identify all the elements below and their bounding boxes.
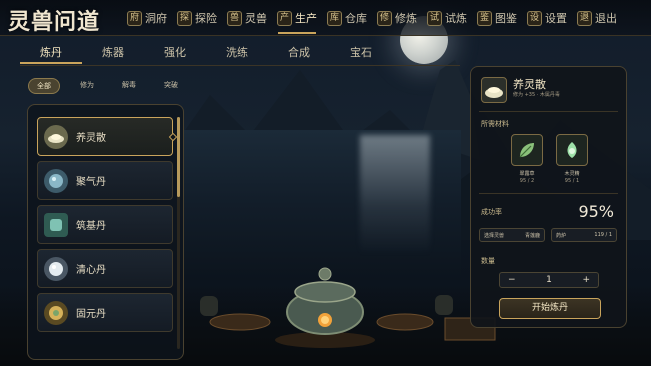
slot-label: 药炉 xyxy=(556,232,567,239)
nav-label: 设置 xyxy=(545,12,567,25)
wood-spirit-icon[interactable] xyxy=(556,134,588,166)
explore-icon: 探 xyxy=(177,10,192,26)
exit-icon: 退 xyxy=(577,10,592,26)
recipe-item[interactable]: 聚气丹 xyxy=(37,161,173,200)
gear-icon: 设 xyxy=(527,10,542,26)
filter-subtabs: 全部 修为 解毒 突破 xyxy=(28,78,198,94)
pill-icon xyxy=(44,168,68,193)
recipe-list-panel: 养灵散 聚气丹 筑基丹 清心丹 固元丹 xyxy=(27,104,184,360)
plus-button[interactable]: + xyxy=(582,275,590,285)
list-scrollbar-thumb[interactable] xyxy=(177,117,180,197)
production-icon: 产 xyxy=(277,10,292,26)
beast-select-slot[interactable]: 选择灵兽 青莲鹿 xyxy=(479,228,545,242)
recipe-label: 筑基丹 xyxy=(76,221,106,232)
quantity-stepper: − 1 + xyxy=(499,272,599,288)
recipe-label: 固元丹 xyxy=(76,309,106,320)
nav-label: 探险 xyxy=(195,12,217,25)
game-logo: 灵兽问道 xyxy=(8,9,101,35)
recipe-name: 养灵散 xyxy=(513,78,546,91)
material-name: 木灵精 xyxy=(564,171,580,177)
nav-item-cave[interactable]: 府洞府 xyxy=(122,0,172,36)
filter-all[interactable]: 全部 xyxy=(28,78,60,94)
nav-label: 试炼 xyxy=(445,12,467,25)
nav-label: 退出 xyxy=(595,12,617,25)
main-nav: 府洞府 探探险 兽灵兽 产生产 库仓库 修修炼 试试炼 鉴图鉴 设设置 退退出 xyxy=(122,0,622,36)
beast-icon: 兽 xyxy=(227,10,242,26)
nav-label: 修炼 xyxy=(395,12,417,25)
nav-label: 仓库 xyxy=(345,12,367,25)
divider xyxy=(479,193,618,194)
nav-label: 生产 xyxy=(295,12,317,25)
material-count: 95 / 1 xyxy=(564,178,580,184)
nav-item-production[interactable]: 产生产 xyxy=(272,0,322,36)
nav-item-storage[interactable]: 库仓库 xyxy=(322,0,372,36)
furnace-slot[interactable]: 药炉 119 / 1 xyxy=(551,228,617,242)
minus-button[interactable]: − xyxy=(508,275,516,285)
nav-item-cultivation[interactable]: 修修炼 xyxy=(372,0,422,36)
quantity-value[interactable]: 1 xyxy=(546,275,552,285)
divider xyxy=(479,111,618,112)
material-count: 95 / 2 xyxy=(519,178,535,184)
tab-gems[interactable]: 宝石 xyxy=(330,44,392,64)
recipe-detail-panel: 养灵散 修为 +35 · 木属丹毒 所需材料 翠露草 95 / 2 木灵精 95… xyxy=(470,66,627,328)
slot-value: 青莲鹿 xyxy=(524,232,540,239)
filter-cultivation[interactable]: 修为 xyxy=(72,78,102,94)
nav-label: 灵兽 xyxy=(245,12,267,25)
recipe-item[interactable]: 固元丹 xyxy=(37,293,173,332)
white-pill-icon xyxy=(44,256,68,281)
quantity-label: 数量 xyxy=(481,257,495,265)
tab-enhance[interactable]: 强化 xyxy=(144,44,206,64)
recipe-label: 清心丹 xyxy=(76,265,106,276)
nav-item-trial[interactable]: 试试炼 xyxy=(422,0,472,36)
tab-synthesis[interactable]: 合成 xyxy=(268,44,330,64)
nav-item-explore[interactable]: 探探险 xyxy=(172,0,222,36)
slot-value: 119 / 1 xyxy=(594,232,612,238)
filter-detox[interactable]: 解毒 xyxy=(114,78,144,94)
nav-item-exit[interactable]: 退退出 xyxy=(572,0,622,36)
slot-label: 选择灵兽 xyxy=(484,232,505,239)
leaf-icon[interactable] xyxy=(511,134,543,166)
tab-alchemy[interactable]: 炼丹 xyxy=(20,44,82,64)
nav-item-beasts[interactable]: 兽灵兽 xyxy=(222,0,272,36)
selected-marker-icon xyxy=(168,132,178,142)
tab-forging[interactable]: 炼器 xyxy=(82,44,144,64)
recipe-label: 聚气丹 xyxy=(76,177,106,188)
cultivation-icon: 修 xyxy=(377,10,392,26)
trial-icon: 试 xyxy=(427,10,442,26)
recipe-subtitle: 修为 +35 · 木属丹毒 xyxy=(513,92,560,98)
start-alchemy-button[interactable]: 开始炼丹 xyxy=(499,298,601,319)
filter-breakthrough[interactable]: 突破 xyxy=(156,78,186,94)
success-rate-label: 成功率 xyxy=(481,208,502,216)
codex-icon: 鉴 xyxy=(477,10,492,26)
top-nav-bar: 灵兽问道 府洞府 探探险 兽灵兽 产生产 库仓库 修修炼 试试炼 鉴图鉴 设设置… xyxy=(0,0,651,36)
recipe-item[interactable]: 养灵散 xyxy=(37,117,178,156)
material-name: 翠露草 xyxy=(519,171,535,177)
storage-icon: 库 xyxy=(327,10,342,26)
powder-icon xyxy=(44,124,68,149)
nav-label: 洞府 xyxy=(145,12,167,25)
recipe-item[interactable]: 筑基丹 xyxy=(37,205,173,244)
recipe-label: 养灵散 xyxy=(76,133,106,144)
tab-refine[interactable]: 洗练 xyxy=(206,44,268,64)
nav-item-codex[interactable]: 鉴图鉴 xyxy=(472,0,522,36)
tab-divider xyxy=(20,65,460,66)
nav-label: 图鉴 xyxy=(495,12,517,25)
gold-pill-icon xyxy=(44,300,68,325)
production-tabs: 炼丹 炼器 强化 洗练 合成 宝石 xyxy=(20,44,460,64)
success-rate-value: 95% xyxy=(578,202,614,221)
nav-item-settings[interactable]: 设设置 xyxy=(522,0,572,36)
jade-pill-icon xyxy=(44,212,68,237)
powder-icon xyxy=(481,77,507,103)
materials-title: 所需材料 xyxy=(481,120,509,128)
recipe-item[interactable]: 清心丹 xyxy=(37,249,173,288)
cave-icon: 府 xyxy=(127,10,142,26)
